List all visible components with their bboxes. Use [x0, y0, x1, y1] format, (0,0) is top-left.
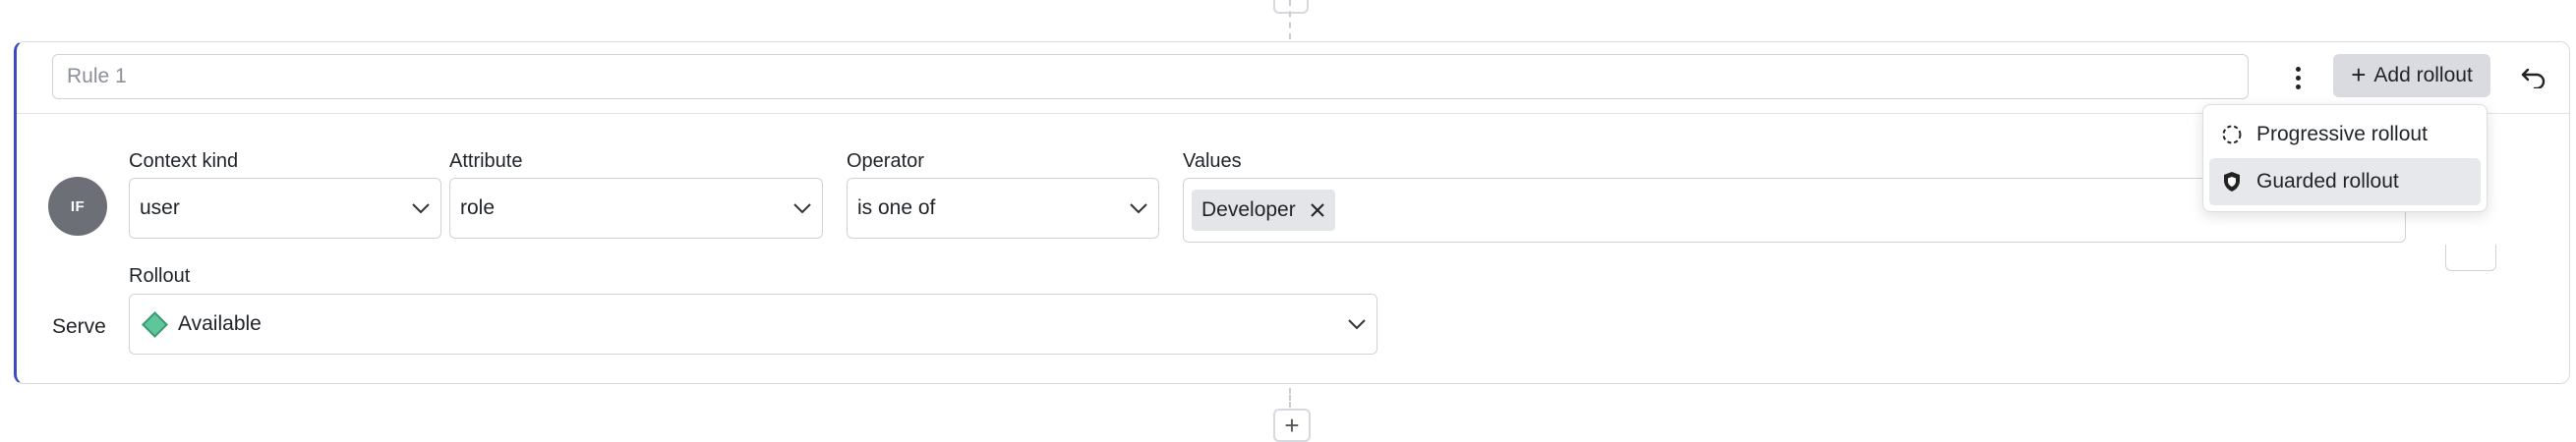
rollout-label: Rollout — [129, 265, 191, 287]
rollout-value: Available — [178, 312, 262, 335]
context-kind-label: Context kind — [129, 150, 239, 172]
rule-header: + Add rollout — [17, 42, 2569, 114]
menu-item-label: Guarded rollout — [2256, 170, 2399, 193]
attribute-select[interactable]: role — [449, 178, 823, 239]
more-options-button[interactable] — [2280, 60, 2315, 95]
kebab-dot — [2295, 66, 2301, 72]
if-badge: IF — [48, 177, 107, 236]
add-rule-above-button[interactable] — [1273, 0, 1309, 14]
context-kind-select[interactable]: user — [129, 178, 441, 239]
menu-item-progressive-rollout[interactable]: Progressive rollout — [2209, 111, 2481, 158]
chevron-down-icon — [1347, 314, 1367, 334]
add-rollout-button[interactable]: + Add rollout — [2333, 54, 2490, 97]
kebab-dot — [2295, 83, 2301, 89]
context-kind-value: user — [140, 196, 180, 219]
undo-icon — [2521, 68, 2546, 88]
values-label: Values — [1183, 150, 1242, 172]
remove-chip-button[interactable] — [1310, 202, 1325, 218]
operator-select[interactable]: is one of — [847, 178, 1159, 239]
chevron-down-icon — [1129, 198, 1148, 218]
chevron-down-icon — [792, 198, 812, 218]
add-rollout-label: Add rollout — [2373, 64, 2473, 86]
connector-line-bottom — [1289, 388, 1291, 408]
operator-value: is one of — [857, 196, 936, 219]
value-chip-label: Developer — [1201, 198, 1296, 221]
undo-button[interactable] — [2516, 60, 2551, 95]
attribute-label: Attribute — [449, 150, 523, 172]
kebab-dot — [2295, 75, 2301, 81]
variation-color-icon — [142, 310, 168, 338]
menu-item-guarded-rollout[interactable]: Guarded rollout — [2209, 158, 2481, 205]
add-rollout-menu: Progressive rollout Guarded rollout — [2202, 104, 2488, 212]
serve-label: Serve — [52, 315, 106, 338]
add-rule-below-button[interactable]: + — [1273, 409, 1311, 442]
shield-icon — [2221, 171, 2243, 193]
close-icon — [1311, 203, 1324, 217]
plus-icon: + — [2351, 60, 2367, 89]
chevron-down-icon — [411, 198, 431, 218]
rule-card: + Add rollout IF Context kind user Attri… — [14, 41, 2570, 384]
connector-line-top — [1289, 0, 1291, 39]
rule-name-input[interactable] — [52, 54, 2249, 99]
clause-action-button[interactable] — [2445, 245, 2496, 271]
operator-label: Operator — [847, 150, 924, 172]
menu-item-label: Progressive rollout — [2256, 123, 2428, 145]
progressive-rollout-icon — [2221, 124, 2243, 145]
attribute-value: role — [460, 196, 496, 219]
rollout-select[interactable]: Available — [129, 294, 1377, 355]
value-chip: Developer — [1192, 190, 1335, 231]
